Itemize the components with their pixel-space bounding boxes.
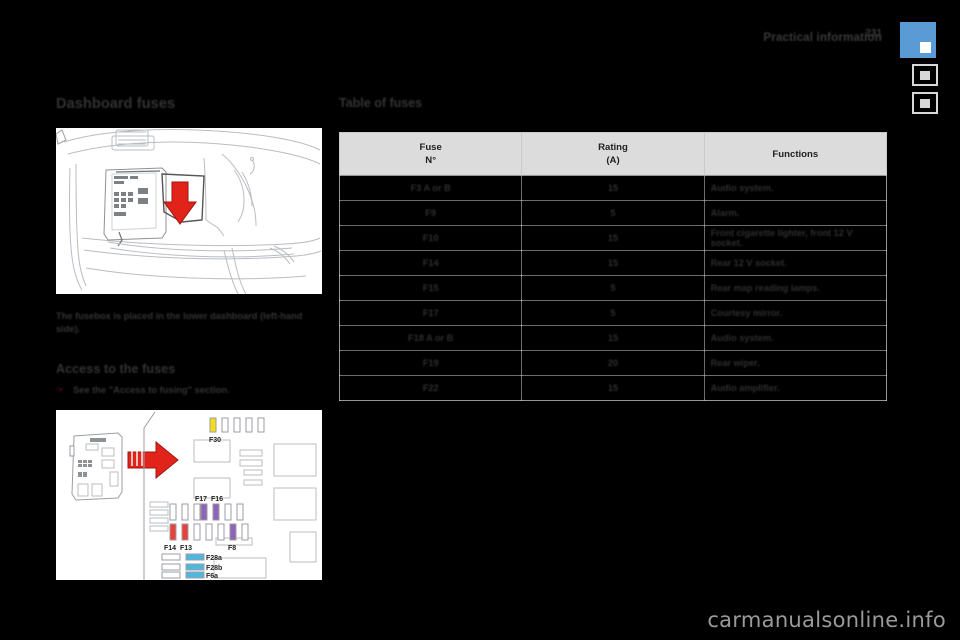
chapter-tab-active <box>900 22 936 58</box>
fuses-table: Fuse N° Rating (A) Functions F3 A or B 1… <box>339 132 887 401</box>
cell-fuse: F19 <box>340 351 522 376</box>
fusebox-diagram: F30 F17 F16 <box>56 410 322 580</box>
watermark: carmanualsonline.info <box>707 608 946 632</box>
cell-function: Alarm. <box>704 201 886 226</box>
fuse-label-f30: F30 <box>209 437 221 444</box>
tab-square-icon <box>920 42 931 53</box>
cell-function: Audio amplifier. <box>704 376 886 401</box>
column-header-rating-line1: Rating <box>528 141 697 154</box>
column-header-functions: Functions <box>704 133 886 176</box>
red-arrow-icon <box>164 182 196 224</box>
bullet-item: ☞ See the "Access to fusing" section. <box>56 384 324 396</box>
section-title: Practical information <box>763 32 882 44</box>
column-header-fuse: Fuse N° <box>340 133 522 176</box>
table-row: F9 5 Alarm. <box>340 201 887 226</box>
manual-page: 231 Practical information Dashboard fuse… <box>0 0 960 640</box>
cell-function: Rear map reading lamps. <box>704 276 886 301</box>
cell-rating: 5 <box>522 201 704 226</box>
tab-square-icon <box>920 71 930 80</box>
table-row: F19 20 Rear wiper. <box>340 351 887 376</box>
cell-rating: 20 <box>522 351 704 376</box>
cell-fuse: F3 A or B <box>340 176 522 201</box>
column-header-rating: Rating (A) <box>522 133 704 176</box>
cell-function: Rear wiper. <box>704 351 886 376</box>
chapter-tab-3 <box>912 92 938 114</box>
table-row: F18 A or B 15 Audio system. <box>340 326 887 351</box>
table-row: F14 15 Rear 12 V socket. <box>340 251 887 276</box>
table-row: F10 15 Front cigarette lighter, front 12… <box>340 226 887 251</box>
chapter-tab-group <box>900 22 942 120</box>
cell-function: Audio system. <box>704 176 886 201</box>
fuse-label-f17: F17 <box>195 496 207 503</box>
table-row: F15 5 Rear map reading lamps. <box>340 276 887 301</box>
table-row: F17 5 Courtesy mirror. <box>340 301 887 326</box>
left-column: Dashboard fuses <box>56 96 324 580</box>
cell-rating: 5 <box>522 276 704 301</box>
tab-square-icon <box>920 99 930 108</box>
cell-function: Audio system. <box>704 326 886 351</box>
column-header-rating-line2: (A) <box>528 154 697 167</box>
fuse-label-f6a: F6a <box>206 573 218 580</box>
page-title: Dashboard fuses <box>56 96 324 112</box>
dashboard-illustration <box>56 128 322 294</box>
page-header: 231 Practical information <box>0 0 960 62</box>
cell-fuse: F17 <box>340 301 522 326</box>
table-header-row: Fuse N° Rating (A) Functions <box>340 133 887 176</box>
cell-rating: 15 <box>522 251 704 276</box>
table-body: F3 A or B 15 Audio system. F9 5 Alarm. F… <box>340 176 887 401</box>
fuse-label-f28b: F28b <box>206 565 222 572</box>
fusebox-layout-figure: F30 F17 F16 <box>56 410 322 580</box>
table-title: Table of fuses <box>339 96 887 110</box>
fuse-label-f8: F8 <box>228 545 236 552</box>
bullet-text: See the "Access to fusing" section. <box>73 384 230 396</box>
table-head: Fuse N° Rating (A) Functions <box>340 133 887 176</box>
cell-fuse: F18 A or B <box>340 326 522 351</box>
table-row: F3 A or B 15 Audio system. <box>340 176 887 201</box>
column-header-fuse-line1: Fuse <box>346 141 515 154</box>
body-paragraph: The fusebox is placed in the lower dashb… <box>56 310 324 336</box>
fuse-label-f28a: F28a <box>206 555 222 562</box>
table-row: F22 15 Audio amplifier. <box>340 376 887 401</box>
cell-rating: 15 <box>522 226 704 251</box>
cell-fuse: F10 <box>340 226 522 251</box>
chapter-tab-2 <box>912 64 938 86</box>
cell-rating: 15 <box>522 176 704 201</box>
cell-rating: 15 <box>522 326 704 351</box>
cell-fuse: F14 <box>340 251 522 276</box>
dashboard-location-figure <box>56 128 322 294</box>
cell-fuse: F22 <box>340 376 522 401</box>
cell-rating: 15 <box>522 376 704 401</box>
cell-function: Courtesy mirror. <box>704 301 886 326</box>
fuse-label-f16: F16 <box>211 496 223 503</box>
right-column: Table of fuses Fuse N° Rating (A) Functi… <box>339 96 887 401</box>
cell-fuse: F15 <box>340 276 522 301</box>
cell-function: Rear 12 V socket. <box>704 251 886 276</box>
fuse-label-f14: F14 <box>164 545 176 552</box>
column-header-fuse-line2: N° <box>346 154 515 167</box>
fuse-label-f13: F13 <box>180 545 192 552</box>
cell-fuse: F9 <box>340 201 522 226</box>
pointing-hand-icon: ☞ <box>56 384 64 396</box>
cell-function: Front cigarette lighter, front 12 V sock… <box>704 226 886 251</box>
cell-rating: 5 <box>522 301 704 326</box>
subsection-title: Access to the fuses <box>56 362 324 376</box>
